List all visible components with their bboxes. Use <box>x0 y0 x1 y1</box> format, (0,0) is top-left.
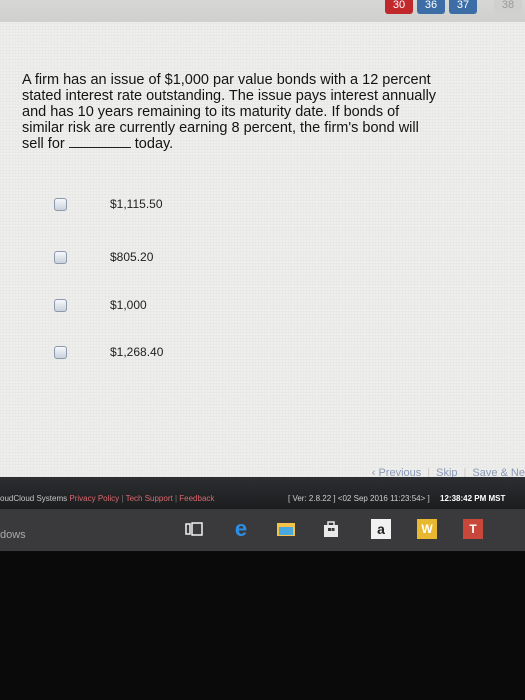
answer-option-label: $1,000 <box>110 298 147 312</box>
radio-button[interactable] <box>54 250 67 264</box>
powerpoint-icon[interactable]: T <box>463 519 483 539</box>
radio-button[interactable] <box>54 345 67 359</box>
question-tab[interactable]: 37 <box>449 0 477 14</box>
question-line: and has 10 years remaining to its maturi… <box>22 104 400 120</box>
clock-time: 12:38:42 PM MST <box>440 494 506 503</box>
dark-area <box>0 551 525 700</box>
answer-blank <box>68 136 131 148</box>
question-line: sell for <box>22 136 65 152</box>
question-tab-label: 30 <box>392 0 406 11</box>
answer-option[interactable]: $805.20 <box>54 247 354 267</box>
feedback-link[interactable]: Feedback <box>179 494 214 503</box>
taskbar-label: dows <box>0 529 26 541</box>
answer-option[interactable]: $1,000 <box>54 295 354 315</box>
answer-option-label: $1,268.40 <box>110 345 164 359</box>
footer-bar: oudCloud Systems Privacy Policy | Tech S… <box>0 477 525 509</box>
version-info: [ Ver: 2.8.22 ] <02 Sep 2016 11:23:54> ] <box>288 494 430 503</box>
windows-taskbar: dows e a W T <box>0 509 525 551</box>
answer-option[interactable]: $1,115.50 <box>54 194 354 214</box>
footer-brand: oudCloud Systems <box>0 494 68 503</box>
privacy-policy-link[interactable]: Privacy Policy <box>69 494 119 503</box>
question-tab-label: 38 <box>501 0 515 11</box>
question-tab-bar: 30 36 37 38 <box>0 0 525 22</box>
question-card: A firm has an issue of $1,000 par value … <box>0 22 525 479</box>
question-line: stated interest rate outstanding. The is… <box>22 88 437 104</box>
file-explorer-icon[interactable] <box>276 519 296 539</box>
answer-option-label: $805.20 <box>110 250 154 264</box>
store-icon[interactable] <box>321 519 341 539</box>
amazon-icon[interactable]: a <box>371 519 391 539</box>
answer-option-label: $1,115.50 <box>110 197 163 211</box>
question-tab[interactable]: 36 <box>417 0 445 14</box>
question-tab-label: 36 <box>424 0 438 11</box>
radio-button[interactable] <box>54 298 67 312</box>
answer-option[interactable]: $1,268.40 <box>54 342 354 362</box>
question-line: today. <box>134 136 174 152</box>
word-icon[interactable]: W <box>417 519 437 539</box>
footer-links: oudCloud Systems Privacy Policy | Tech S… <box>0 494 215 503</box>
edge-icon[interactable]: e <box>231 516 251 541</box>
question-text: A firm has an issue of $1,000 par value … <box>22 72 502 152</box>
radio-button[interactable] <box>54 197 67 211</box>
question-line: similar risk are currently earning 8 per… <box>22 120 419 136</box>
question-line: A firm has an issue of $1,000 par value … <box>22 72 431 88</box>
question-tab-label: 37 <box>456 0 470 11</box>
question-tab-current[interactable]: 30 <box>385 0 413 14</box>
tech-support-link[interactable]: Tech Support <box>126 494 173 503</box>
question-tab[interactable]: 38 <box>494 0 522 14</box>
task-view-icon[interactable] <box>184 519 204 539</box>
